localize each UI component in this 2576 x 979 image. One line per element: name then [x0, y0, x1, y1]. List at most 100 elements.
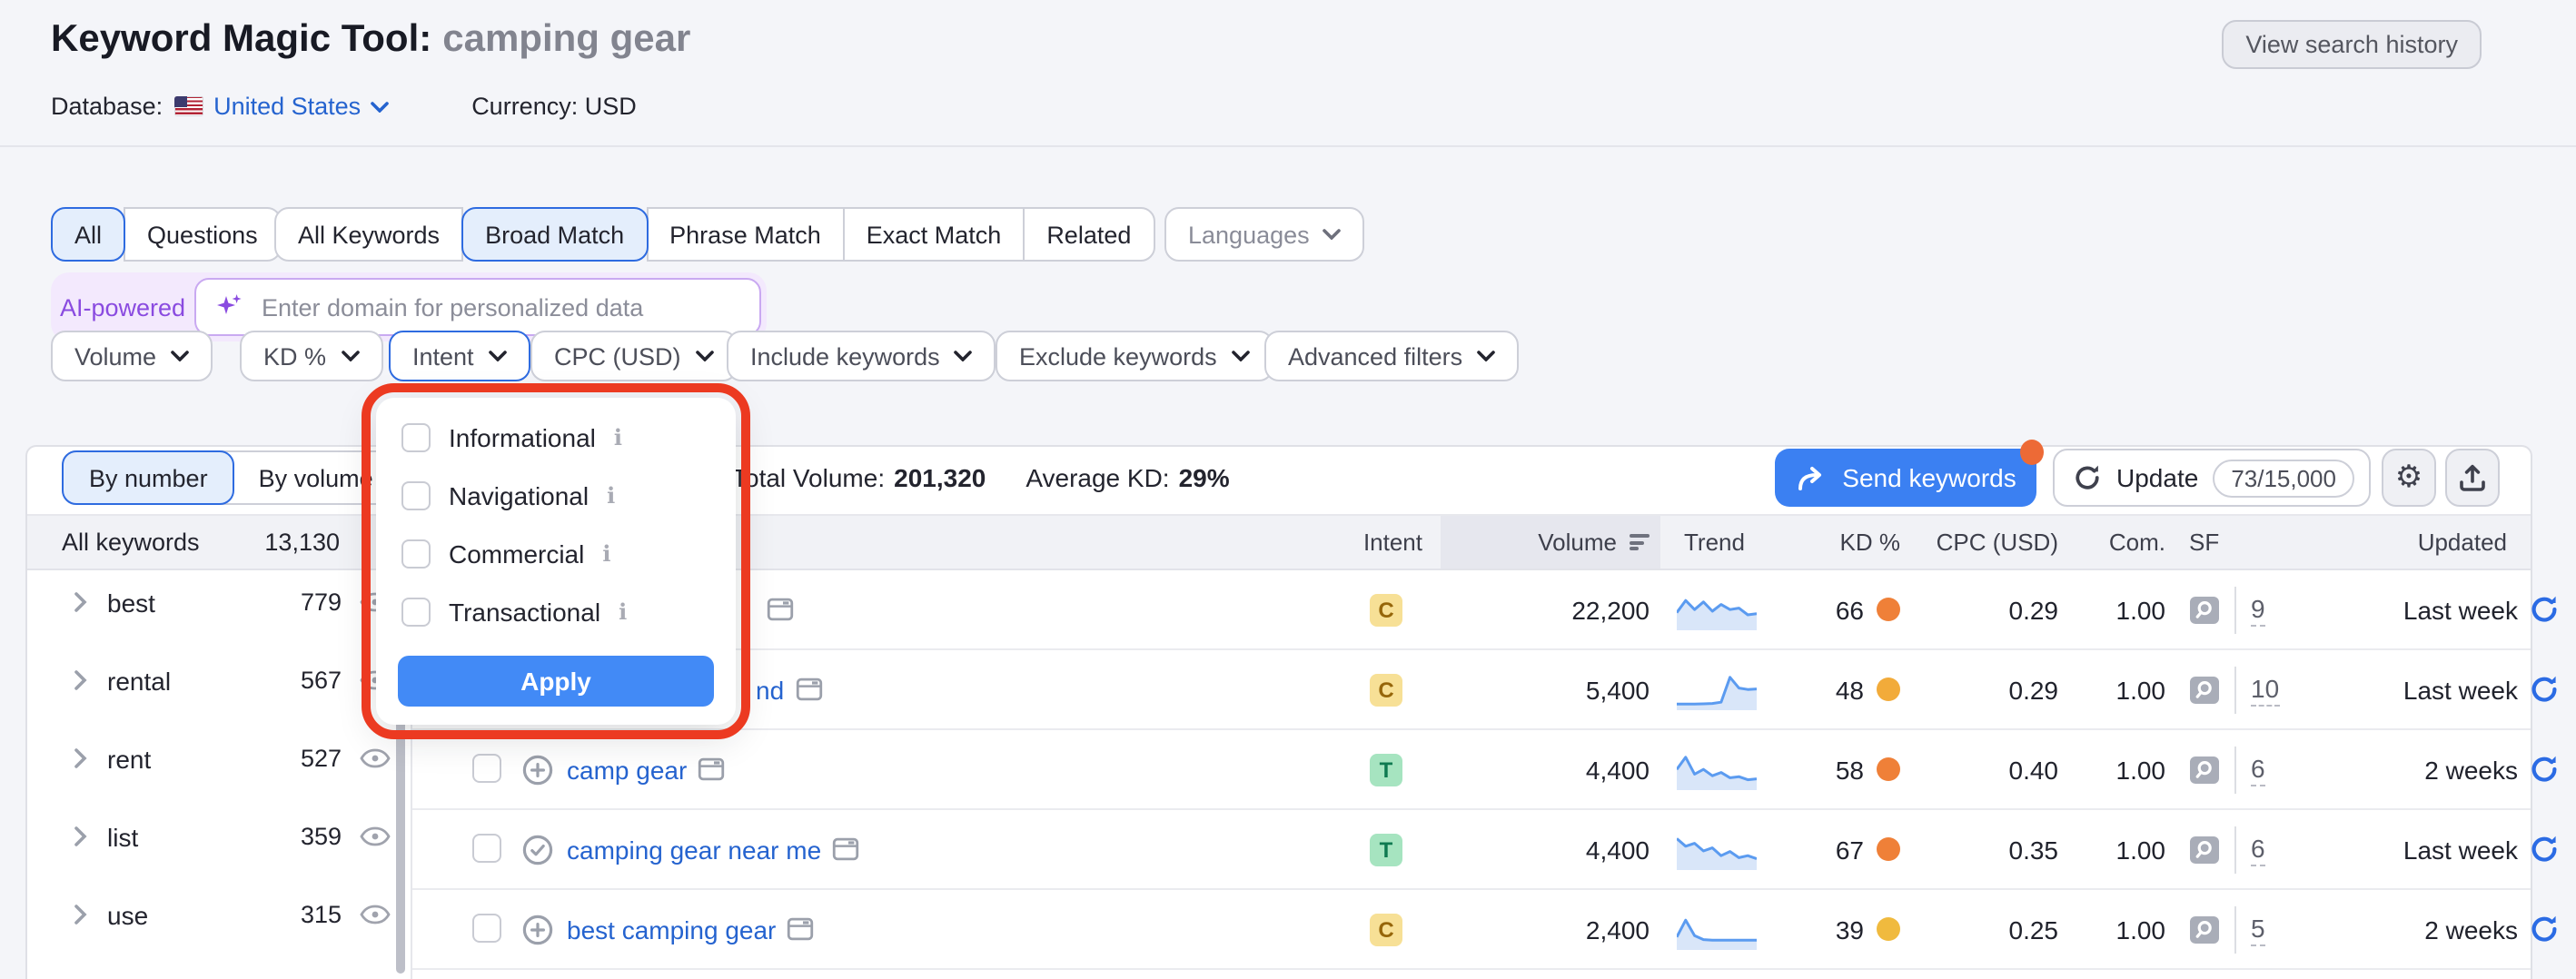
- intent-option-navigational[interactable]: Navigational i: [376, 467, 736, 525]
- tab-broad-match[interactable]: Broad Match: [461, 207, 648, 262]
- add-keyword-icon[interactable]: [521, 730, 554, 808]
- added-keyword-icon[interactable]: [521, 810, 554, 888]
- column-header-sf[interactable]: SF: [2189, 516, 2219, 569]
- sf-count[interactable]: 5: [2251, 913, 2265, 945]
- kd-indicator: [1877, 917, 1900, 941]
- tab-exact-match[interactable]: Exact Match: [843, 207, 1025, 262]
- domain-input[interactable]: [258, 292, 741, 322]
- intent-option-commercial[interactable]: Commercial i: [376, 525, 736, 583]
- column-header-com[interactable]: Com.: [2035, 516, 2165, 569]
- serp-window-icon[interactable]: [832, 836, 859, 863]
- column-header-trend[interactable]: Trend: [1684, 516, 1745, 569]
- chevron-right-icon[interactable]: [74, 670, 87, 690]
- average-kd: Average KD:29%: [1025, 463, 1229, 492]
- filter-chip-exclude-keywords[interactable]: Exclude keywords: [996, 331, 1273, 381]
- row-checkbox[interactable]: [472, 834, 501, 863]
- send-keywords-button[interactable]: Send keywords: [1775, 449, 2036, 507]
- keyword-link[interactable]: best camping gear: [567, 915, 776, 944]
- serp-window-icon[interactable]: [787, 915, 814, 943]
- serp-preview-icon[interactable]: [2189, 675, 2220, 704]
- database-select[interactable]: United States: [213, 93, 388, 120]
- sf-count[interactable]: 9: [2251, 593, 2265, 626]
- intent-option-informational[interactable]: Informational i: [376, 409, 736, 467]
- column-header-kd[interactable]: KD %: [1780, 516, 1900, 569]
- serp-preview-icon[interactable]: [2189, 595, 2220, 624]
- all-keywords-label[interactable]: All keywords: [62, 529, 200, 556]
- info-icon[interactable]: i: [619, 599, 627, 625]
- chevron-right-icon[interactable]: [74, 592, 87, 612]
- filter-chip-volume[interactable]: Volume: [51, 331, 213, 381]
- add-keyword-icon[interactable]: [521, 890, 554, 968]
- tab-all-keywords[interactable]: All Keywords: [274, 207, 463, 262]
- sf-divider: [2234, 905, 2236, 953]
- serp-window-icon[interactable]: [698, 756, 725, 783]
- info-icon[interactable]: i: [607, 483, 615, 509]
- chevron-right-icon[interactable]: [74, 748, 87, 768]
- chevron-down-icon: [489, 351, 507, 361]
- update-button[interactable]: Update 73/15,000: [2053, 449, 2371, 507]
- info-icon[interactable]: i: [602, 541, 610, 567]
- chevron-right-icon[interactable]: [74, 905, 87, 925]
- filter-chip-intent[interactable]: Intent: [389, 331, 530, 381]
- sidebar-group-rental[interactable]: rental 567: [27, 641, 411, 719]
- eye-icon[interactable]: [360, 826, 391, 846]
- column-header-volume[interactable]: Volume: [1441, 516, 1660, 569]
- table-row-best-camping-gear: best camping gear C 2,400 39 0.25 1.00 5…: [412, 890, 2531, 970]
- filter-chip-cpc-usd[interactable]: CPC (USD): [530, 331, 738, 381]
- view-search-history-button[interactable]: View search history: [2222, 20, 2482, 69]
- export-button[interactable]: [2445, 449, 2500, 507]
- sf-count[interactable]: 6: [2251, 833, 2265, 865]
- tab-questions[interactable]: Questions: [124, 207, 282, 262]
- column-header-intent[interactable]: Intent: [1272, 516, 1422, 569]
- sidebar-group-list[interactable]: list 359: [27, 797, 411, 875]
- serp-preview-icon[interactable]: [2189, 915, 2220, 944]
- keyword-link[interactable]: nd: [756, 675, 784, 704]
- intent-checkbox[interactable]: [401, 539, 431, 569]
- view-tab-by-volume[interactable]: By volume: [233, 452, 399, 503]
- languages-dropdown[interactable]: Languages: [1164, 207, 1364, 262]
- filter-chip-include-keywords[interactable]: Include keywords: [727, 331, 996, 381]
- intent-checkbox[interactable]: [401, 423, 431, 452]
- sidebar-group-best[interactable]: best 779: [27, 563, 411, 641]
- serp-window-icon[interactable]: [795, 676, 822, 703]
- keyword-link[interactable]: camp gear: [567, 755, 687, 784]
- refresh-metrics-icon[interactable]: [2529, 674, 2560, 705]
- filter-chip-kd[interactable]: KD %: [240, 331, 382, 381]
- eye-icon[interactable]: [360, 748, 391, 768]
- row-checkbox[interactable]: [472, 914, 501, 943]
- refresh-metrics-icon[interactable]: [2529, 914, 2560, 944]
- export-icon: [2458, 463, 2487, 492]
- chevron-right-icon[interactable]: [74, 826, 87, 846]
- search-query: camping gear: [442, 18, 690, 60]
- view-tab-by-number[interactable]: By number: [62, 450, 235, 505]
- sidebar-group-use[interactable]: use 315: [27, 875, 411, 954]
- sidebar-group-rent[interactable]: rent 527: [27, 719, 411, 797]
- intent-checkbox[interactable]: [401, 598, 431, 627]
- serp-preview-icon[interactable]: [2189, 835, 2220, 864]
- settings-button[interactable]: ⚙: [2382, 449, 2436, 507]
- apply-button[interactable]: Apply: [398, 656, 714, 707]
- keyword-link[interactable]: camping gear near me: [567, 835, 821, 864]
- refresh-metrics-icon[interactable]: [2529, 834, 2560, 865]
- intent-checkbox[interactable]: [401, 481, 431, 510]
- info-icon[interactable]: i: [614, 425, 622, 450]
- column-header-updated[interactable]: Updated: [2289, 516, 2507, 569]
- serp-preview-icon[interactable]: [2189, 755, 2220, 784]
- sf-count[interactable]: 6: [2251, 753, 2265, 786]
- sf-count[interactable]: 10: [2251, 673, 2279, 706]
- filter-chip-advanced-filters[interactable]: Advanced filters: [1264, 331, 1519, 381]
- kd-value: 67: [1836, 835, 1864, 864]
- tab-phrase-match[interactable]: Phrase Match: [646, 207, 845, 262]
- eye-icon[interactable]: [360, 905, 391, 925]
- tab-all[interactable]: All: [51, 207, 125, 262]
- refresh-metrics-icon[interactable]: [2529, 754, 2560, 785]
- volume-value: 4,400: [1435, 730, 1650, 808]
- row-checkbox[interactable]: [472, 754, 501, 783]
- database-row: Database: United States Currency: USD: [51, 93, 637, 120]
- volume-value: 22,200: [1435, 570, 1650, 648]
- intent-option-transactional[interactable]: Transactional i: [376, 583, 736, 641]
- tab-related[interactable]: Related: [1023, 207, 1154, 262]
- trend-sparkline: [1677, 810, 1757, 888]
- serp-window-icon[interactable]: [767, 596, 794, 623]
- refresh-metrics-icon[interactable]: [2529, 594, 2560, 625]
